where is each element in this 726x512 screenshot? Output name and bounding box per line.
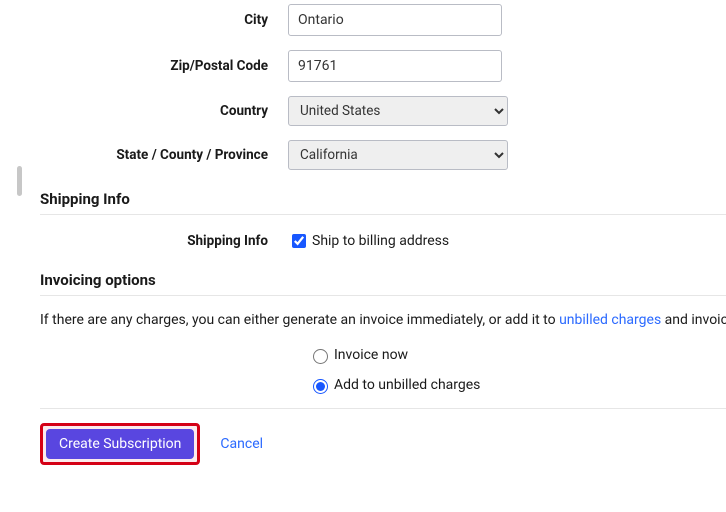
state-label: State / County / Province [40, 147, 288, 163]
zip-input[interactable] [288, 50, 502, 82]
add-to-unbilled-radio[interactable] [313, 379, 328, 394]
invoicing-desc-text1: If there are any charges, you can either… [40, 312, 559, 328]
invoicing-options-heading: Invoicing options [40, 271, 726, 289]
invoice-now-radio[interactable] [313, 349, 328, 364]
add-to-unbilled-label: Add to unbilled charges [334, 377, 480, 393]
shipping-info-row-label: Shipping Info [40, 233, 288, 249]
divider [40, 408, 726, 409]
city-input[interactable] [288, 4, 502, 36]
invoice-now-label: Invoice now [334, 347, 408, 363]
invoice-now-option[interactable]: Invoice now [308, 346, 726, 364]
cancel-link[interactable]: Cancel [220, 436, 263, 452]
country-select[interactable]: United States [288, 96, 508, 126]
state-select[interactable]: California [288, 140, 508, 170]
add-to-unbilled-option[interactable]: Add to unbilled charges [308, 376, 726, 394]
city-label: City [40, 12, 288, 28]
divider [40, 295, 726, 296]
ship-to-billing-checkbox[interactable] [292, 234, 306, 248]
unbilled-charges-link[interactable]: unbilled charges [559, 312, 661, 328]
highlight-annotation: Create Subscription [40, 423, 200, 465]
ship-to-billing-label: Ship to billing address [312, 233, 449, 249]
divider [40, 214, 726, 215]
scrollbar-thumb[interactable] [17, 166, 22, 196]
invoicing-description: If there are any charges, you can either… [40, 312, 726, 328]
shipping-info-heading: Shipping Info [40, 190, 726, 208]
invoicing-desc-text2: and invoice [661, 312, 726, 328]
create-subscription-button[interactable]: Create Subscription [46, 429, 194, 459]
zip-label: Zip/Postal Code [40, 58, 288, 74]
country-label: Country [40, 103, 288, 119]
